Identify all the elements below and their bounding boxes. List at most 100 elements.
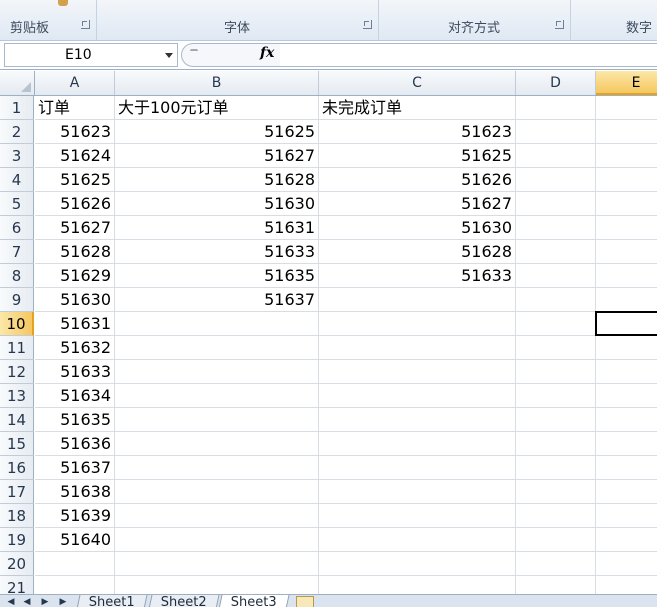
row-header-1[interactable]: 1	[0, 96, 34, 120]
cell-b3[interactable]: 51627	[115, 144, 318, 167]
cell-b6[interactable]: 51631	[115, 216, 318, 239]
cell-c8[interactable]: 51633	[319, 264, 515, 287]
cell-c3[interactable]: 51625	[319, 144, 515, 167]
dialog-launcher-icon[interactable]	[81, 20, 90, 29]
gridline	[35, 479, 657, 480]
row-header-7[interactable]: 7	[0, 240, 34, 264]
row-header-19[interactable]: 19	[0, 528, 34, 552]
gridline	[35, 551, 657, 552]
gridline	[595, 96, 596, 594]
cell-b1[interactable]: 大于100元订单	[115, 96, 318, 119]
cell-b5[interactable]: 51630	[115, 192, 318, 215]
row-header-16[interactable]: 16	[0, 456, 34, 480]
insert-function-icon[interactable]: fx	[260, 45, 274, 61]
cell-c2[interactable]: 51623	[319, 120, 515, 143]
gridline	[35, 575, 657, 576]
cell-b8[interactable]: 51635	[115, 264, 318, 287]
cell-a11[interactable]: 51632	[35, 336, 114, 359]
column-header-a[interactable]: A	[35, 71, 115, 95]
cell-a6[interactable]: 51627	[35, 216, 114, 239]
cell-c5[interactable]: 51627	[319, 192, 515, 215]
gridline	[35, 383, 657, 384]
row-header-17[interactable]: 17	[0, 480, 34, 504]
dialog-launcher-icon[interactable]	[363, 20, 372, 29]
cell-b4[interactable]: 51628	[115, 168, 318, 191]
sheet-tab-sheet1[interactable]: Sheet1	[76, 595, 148, 607]
cell-a5[interactable]: 51626	[35, 192, 114, 215]
cell-c4[interactable]: 51626	[319, 168, 515, 191]
gridline	[35, 335, 657, 336]
cell-a19[interactable]: 51640	[35, 528, 114, 551]
row-header-18[interactable]: 18	[0, 504, 34, 528]
row-header-13[interactable]: 13	[0, 384, 34, 408]
formula-bar: E10 fx	[0, 41, 657, 70]
row-header-20[interactable]: 20	[0, 552, 34, 576]
select-all-button[interactable]	[0, 71, 35, 95]
row-header-8[interactable]: 8	[0, 264, 34, 288]
cell-c6[interactable]: 51630	[319, 216, 515, 239]
cell-a10[interactable]: 51631	[35, 312, 114, 335]
name-box[interactable]: E10	[4, 43, 178, 67]
insert-sheet-icon[interactable]	[296, 596, 314, 607]
row-header-9[interactable]: 9	[0, 288, 34, 312]
gridline	[35, 455, 657, 456]
formula-buttons: fx	[181, 43, 281, 67]
row-header-4[interactable]: 4	[0, 168, 34, 192]
cell-c1[interactable]: 未完成订单	[319, 96, 515, 119]
row-header-2[interactable]: 2	[0, 120, 34, 144]
row-header-3[interactable]: 3	[0, 144, 34, 168]
cell-a15[interactable]: 51636	[35, 432, 114, 455]
column-header-e[interactable]: E	[596, 71, 657, 95]
row-header-12[interactable]: 12	[0, 360, 34, 384]
cell-b2[interactable]: 51625	[115, 120, 318, 143]
sheet-tabs-bar: ◀ ◀ ▶ ▶ Sheet1 Sheet2 Sheet3	[0, 594, 657, 607]
cell-c7[interactable]: 51628	[319, 240, 515, 263]
name-box-value: E10	[65, 47, 92, 63]
active-cell-cursor[interactable]	[595, 311, 657, 336]
cell-a2[interactable]: 51623	[35, 120, 114, 143]
ribbon-group-number: 数字	[570, 0, 657, 40]
collapse-icon[interactable]	[190, 49, 198, 53]
gridline	[35, 527, 657, 528]
cell-a18[interactable]: 51639	[35, 504, 114, 527]
dialog-launcher-icon[interactable]	[555, 20, 564, 29]
cell-a12[interactable]: 51633	[35, 360, 114, 383]
cell-a9[interactable]: 51630	[35, 288, 114, 311]
cell-a13[interactable]: 51634	[35, 384, 114, 407]
row-header-11[interactable]: 11	[0, 336, 34, 360]
worksheet-grid[interactable]: 订单 大于100元订单 未完成订单 51623 51625 51623 51624 51627…	[35, 96, 657, 594]
chevron-down-icon[interactable]	[165, 53, 173, 58]
ribbon-group-label: 数字	[626, 21, 653, 36]
cell-a14[interactable]: 51635	[35, 408, 114, 431]
row-header-5[interactable]: 5	[0, 192, 34, 216]
cell-a7[interactable]: 51628	[35, 240, 114, 263]
cell-b9[interactable]: 51637	[115, 288, 318, 311]
gridline	[35, 359, 657, 360]
ribbon: 剪贴板 字体 对齐方式 数字	[0, 0, 657, 41]
cell-a8[interactable]: 51629	[35, 264, 114, 287]
cell-a3[interactable]: 51624	[35, 144, 114, 167]
gridline	[35, 311, 657, 312]
ribbon-group-font: 字体	[96, 0, 379, 40]
sheet-tab-sheet2[interactable]: Sheet2	[148, 595, 220, 607]
sheet-tab-label: Sheet3	[230, 595, 277, 607]
gridline	[35, 431, 657, 432]
ribbon-group-label: 字体	[223, 21, 250, 36]
column-header-b[interactable]: B	[115, 71, 319, 95]
row-header-15[interactable]: 15	[0, 432, 34, 456]
cell-a4[interactable]: 51625	[35, 168, 114, 191]
row-header-14[interactable]: 14	[0, 408, 34, 432]
cell-a1[interactable]: 订单	[35, 96, 114, 119]
cell-a16[interactable]: 51637	[35, 456, 114, 479]
ribbon-group-alignment: 对齐方式	[378, 0, 571, 40]
gridline	[515, 96, 516, 594]
row-header-6[interactable]: 6	[0, 216, 34, 240]
sheet-tab-sheet3[interactable]: Sheet3	[218, 595, 290, 607]
column-header-d[interactable]: D	[516, 71, 596, 95]
cell-a17[interactable]: 51638	[35, 480, 114, 503]
formula-input[interactable]	[280, 43, 657, 67]
cell-b7[interactable]: 51633	[115, 240, 318, 263]
row-header-10[interactable]: 10	[0, 312, 34, 336]
column-header-c[interactable]: C	[319, 71, 516, 95]
gridline	[35, 503, 657, 504]
